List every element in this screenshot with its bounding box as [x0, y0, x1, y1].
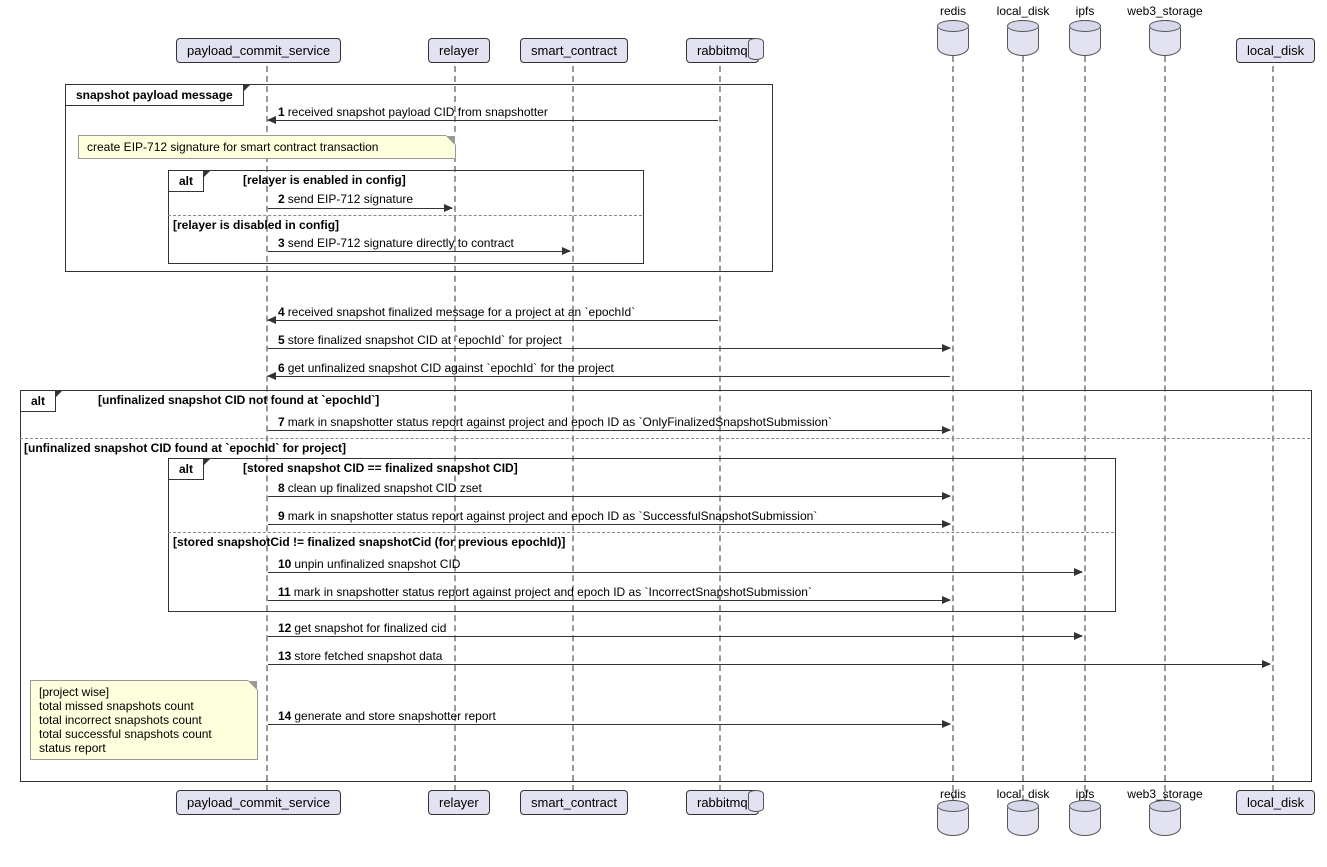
- database-icon: [748, 790, 764, 812]
- alt-divider: [20, 438, 1310, 439]
- db-local-disk-bottom: local_disk: [1007, 800, 1039, 836]
- db-redis: redis: [937, 20, 969, 56]
- arrow: [268, 376, 950, 377]
- message-1: 1received snapshot payload CID from snap…: [278, 105, 548, 119]
- participant-smart-contract: smart_contract: [520, 38, 628, 63]
- arrow: [268, 524, 950, 525]
- arrow: [268, 664, 1270, 665]
- alt-divider: [168, 532, 1114, 533]
- message-4: 4received snapshot finalized message for…: [278, 305, 635, 319]
- arrow: [268, 208, 452, 209]
- message-5: 5store finalized snapshot CID at `epochI…: [278, 333, 562, 347]
- arrow: [268, 636, 1082, 637]
- participant-payload-commit-service-bottom: payload_commit_service: [176, 790, 341, 815]
- message-7: 7mark in snapshotter status report again…: [278, 415, 832, 429]
- arrow: [268, 600, 950, 601]
- guard-cid-mismatch: [stored snapshotCid != finalized snapsho…: [173, 535, 565, 549]
- participant-relayer-bottom: relayer: [428, 790, 490, 815]
- message-13: 13store fetched snapshot data: [278, 649, 442, 663]
- message-6: 6get unfinalized snapshot CID against `e…: [278, 361, 614, 375]
- db-web3-storage-bottom: web3_storage: [1149, 800, 1181, 836]
- arrow: [268, 724, 950, 725]
- arrow: [268, 430, 950, 431]
- db-redis-bottom: redis: [937, 800, 969, 836]
- db-ipfs-bottom: ipfs: [1069, 800, 1101, 836]
- participant-local-disk-2: local_disk: [1236, 38, 1315, 63]
- sequence-diagram: payload_commit_service relayer smart_con…: [0, 0, 1327, 867]
- arrow: [268, 572, 1082, 573]
- message-11: 11mark in snapshotter status report agai…: [278, 585, 812, 599]
- arrow: [268, 120, 718, 121]
- guard-cid-not-found: [unfinalized snapshot CID not found at `…: [98, 393, 379, 407]
- participant-payload-commit-service: payload_commit_service: [176, 38, 341, 63]
- message-3: 3send EIP-712 signature directly to cont…: [278, 236, 514, 250]
- guard-relayer-disabled: [relayer is disabled in config]: [173, 218, 339, 232]
- message-9: 9mark in snapshotter status report again…: [278, 509, 817, 523]
- note-report: [project wise] total missed snapshots co…: [30, 680, 258, 760]
- message-14: 14generate and store snapshotter report: [278, 709, 496, 723]
- database-icon: [748, 38, 764, 60]
- message-12: 12get snapshot for finalized cid: [278, 621, 446, 635]
- db-web3-storage: web3_storage: [1149, 20, 1181, 56]
- participant-local-disk-2-bottom: local_disk: [1236, 790, 1315, 815]
- db-local-disk: local_disk: [1007, 20, 1039, 56]
- db-ipfs: ipfs: [1069, 20, 1101, 56]
- note-eip712: create EIP-712 signature for smart contr…: [78, 135, 456, 159]
- message-8: 8clean up finalized snapshot CID zset: [278, 481, 482, 495]
- message-2: 2send EIP-712 signature: [278, 192, 413, 206]
- guard-cid-match: [stored snapshot CID == finalized snapsh…: [243, 461, 518, 475]
- guard-cid-found: [unfinalized snapshot CID found at `epoc…: [24, 441, 346, 455]
- participant-smart-contract-bottom: smart_contract: [520, 790, 628, 815]
- message-10: 10unpin unfinalized snapshot CID: [278, 557, 460, 571]
- arrow: [268, 251, 570, 252]
- guard-relayer-enabled: [relayer is enabled in config]: [243, 173, 406, 187]
- alt-divider: [168, 215, 642, 216]
- arrow: [268, 496, 950, 497]
- participant-relayer: relayer: [428, 38, 490, 63]
- arrow: [268, 348, 950, 349]
- arrow: [268, 320, 718, 321]
